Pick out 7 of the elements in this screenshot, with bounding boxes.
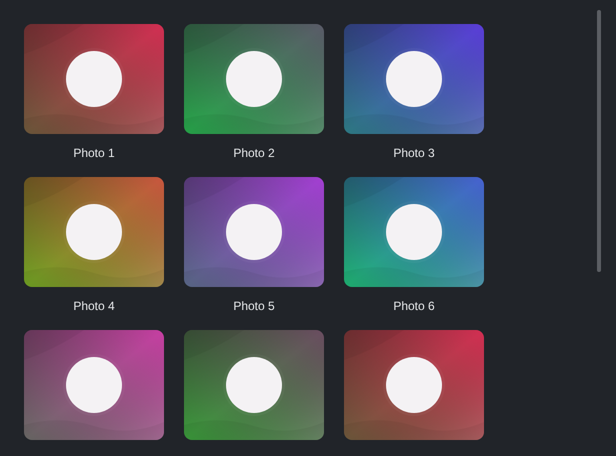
photo-caption: Photo 4 bbox=[73, 299, 115, 313]
photo-caption: Photo 5 bbox=[233, 299, 275, 313]
scrollbar[interactable] bbox=[597, 10, 601, 272]
photo-caption: Photo 6 bbox=[393, 299, 435, 313]
photo-caption: Photo 1 bbox=[73, 146, 115, 160]
photo-caption: Photo 2 bbox=[233, 146, 275, 160]
photo-caption: Photo 3 bbox=[393, 146, 435, 160]
